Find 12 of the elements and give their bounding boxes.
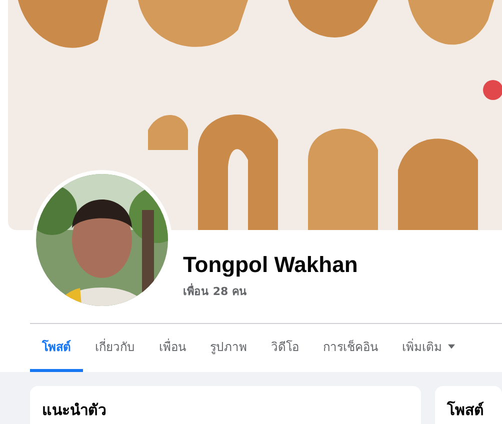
profile-tab[interactable]: วิดีโอ xyxy=(259,324,311,372)
profile-tab[interactable]: เกี่ยวกับ xyxy=(83,324,147,372)
caret-icon xyxy=(448,344,455,349)
profile-tab[interactable]: เพิ่มเติม xyxy=(390,324,467,372)
profile-tab[interactable]: รูปภาพ xyxy=(198,324,259,372)
profile-name: Tongpol Wakhan xyxy=(183,252,358,278)
profile-tab[interactable]: โพสต์ xyxy=(30,324,83,372)
profile-tab[interactable]: การเช็คอิน xyxy=(311,324,390,372)
friend-count: เพื่อน 28 คน xyxy=(183,282,248,300)
profile-tab[interactable]: เพื่อน xyxy=(147,324,198,372)
card-title: โพสต์ xyxy=(447,401,484,419)
card-title: แนะนำตัว xyxy=(42,401,106,419)
